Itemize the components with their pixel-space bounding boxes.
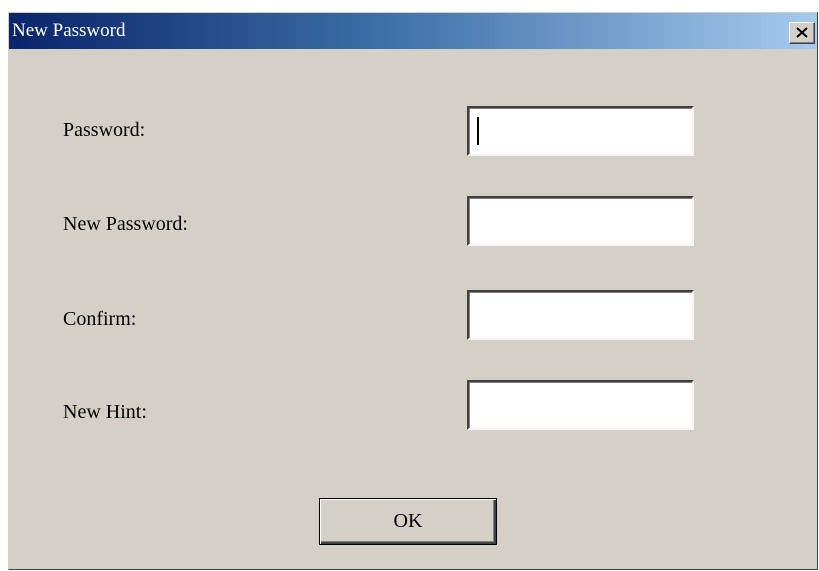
new-password-label: New Password: (63, 213, 188, 235)
confirm-label: Confirm: (63, 308, 137, 330)
password-field[interactable] (467, 106, 694, 156)
title-bar[interactable]: New Password (9, 13, 817, 49)
close-icon (796, 27, 808, 38)
new-hint-input[interactable] (469, 382, 692, 428)
new-hint-field[interactable] (467, 380, 694, 430)
new-password-dialog: New Password Password: New Password: Con… (8, 12, 818, 570)
confirm-input[interactable] (469, 292, 692, 338)
new-password-input[interactable] (469, 198, 692, 244)
password-label: Password: (63, 119, 146, 141)
ok-button[interactable]: OK (319, 498, 497, 545)
new-password-field[interactable] (467, 196, 694, 246)
close-button[interactable] (789, 22, 815, 44)
text-caret (477, 117, 479, 145)
confirm-field[interactable] (467, 290, 694, 340)
password-input[interactable] (469, 108, 692, 154)
window-title: New Password (12, 20, 126, 41)
new-hint-label: New Hint: (63, 401, 147, 423)
